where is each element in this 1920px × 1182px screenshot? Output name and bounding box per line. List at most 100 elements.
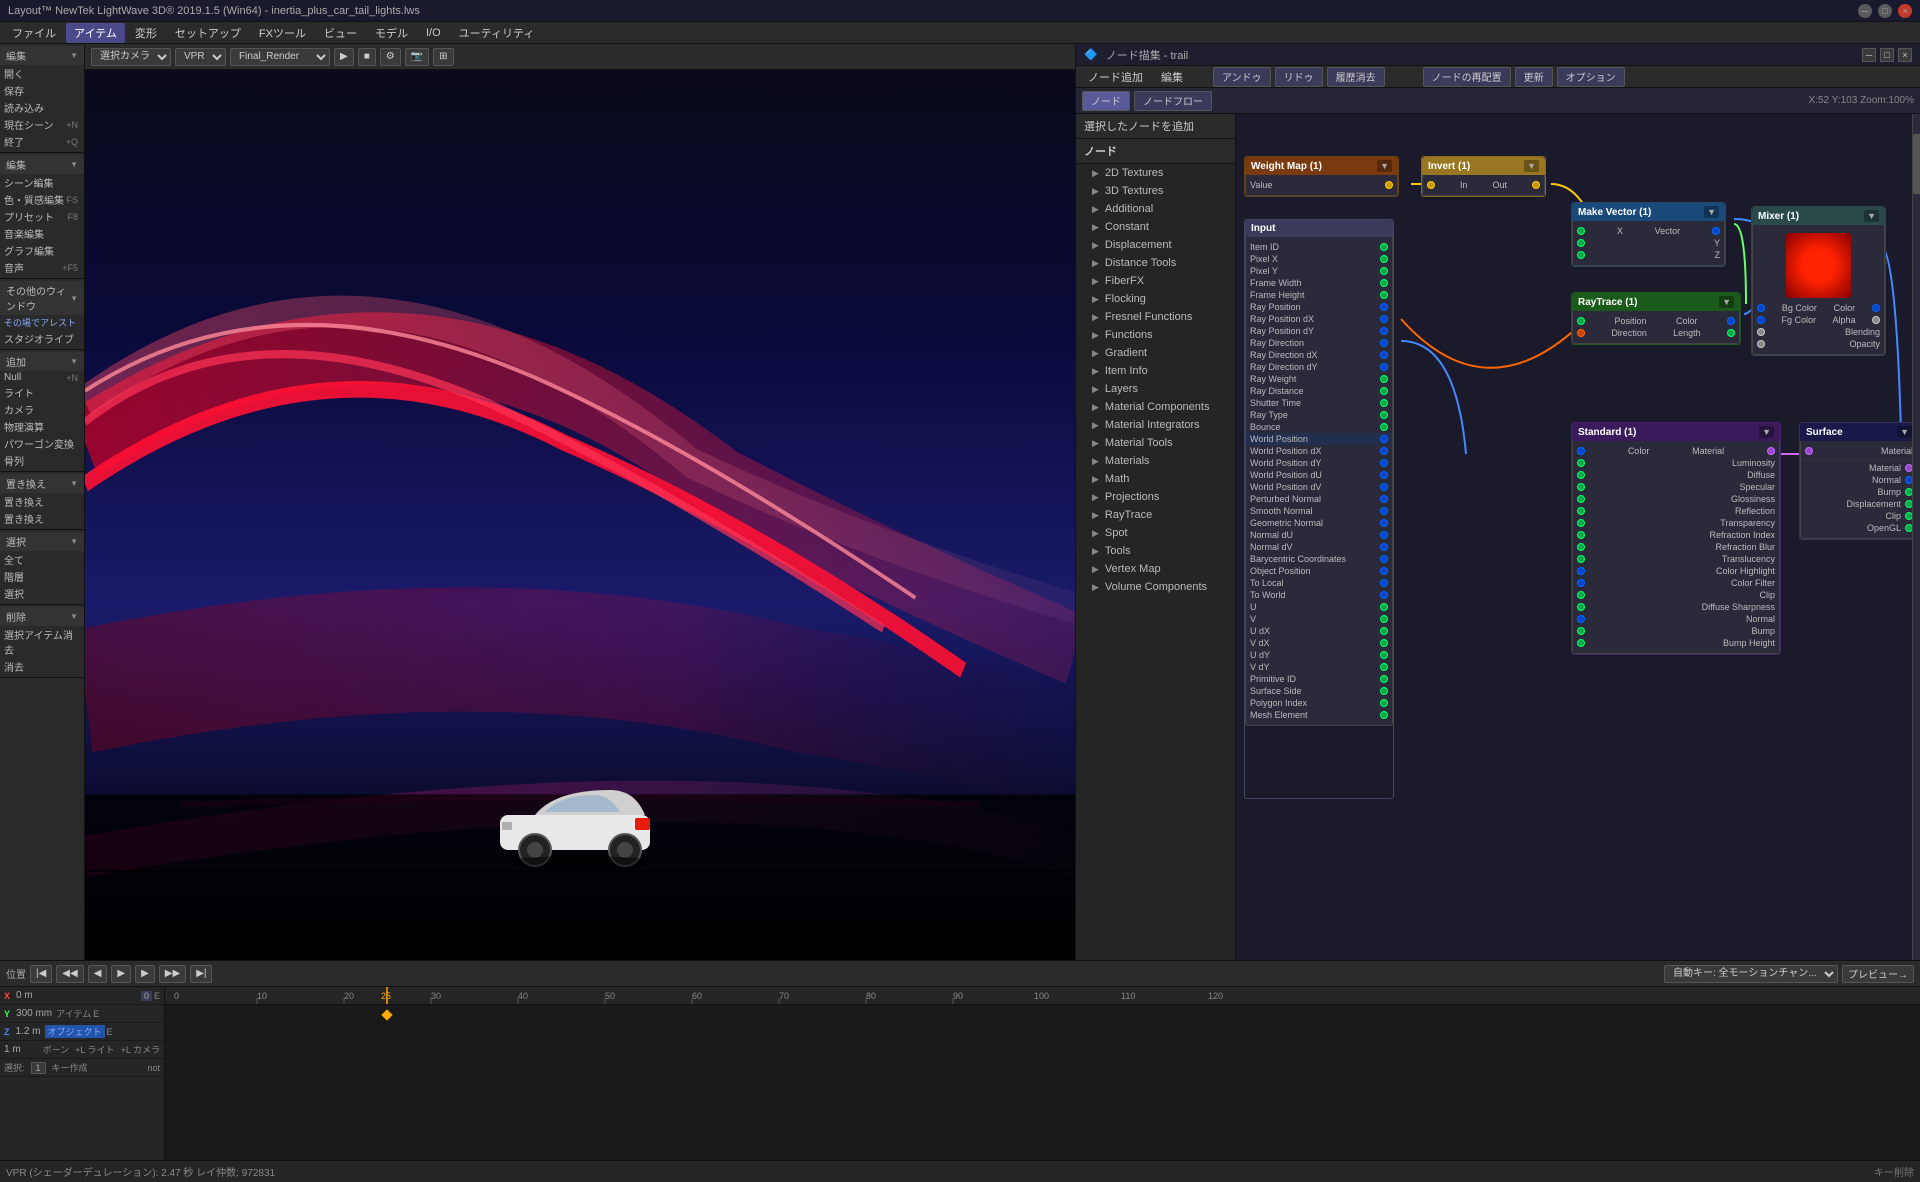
category-gradient[interactable]: ▶Gradient: [1076, 344, 1235, 362]
invert-dropdown[interactable]: ▼: [1524, 160, 1539, 172]
close-btn[interactable]: ×: [1898, 4, 1912, 18]
keyframe-marker[interactable]: [381, 1009, 392, 1020]
std-color-filter-port[interactable]: [1577, 579, 1585, 587]
menu-fx[interactable]: FXツール: [251, 23, 314, 43]
menu-item[interactable]: アイテム: [66, 23, 125, 43]
camera-select[interactable]: 選択カメラ: [91, 48, 171, 66]
btn-open[interactable]: 開く: [0, 65, 84, 82]
menu-view[interactable]: ビュー: [316, 23, 365, 43]
std-refraction-idx-port[interactable]: [1577, 531, 1585, 539]
add-header[interactable]: 追加 ▼: [0, 352, 84, 371]
tl-next-btn[interactable]: ▶▶: [159, 965, 186, 983]
btn-studio-live[interactable]: スタジオライブ: [0, 330, 84, 347]
std-color-in-port[interactable]: [1577, 447, 1585, 455]
port-world-pos[interactable]: [1380, 435, 1388, 443]
std-bump-height-port[interactable]: [1577, 639, 1585, 647]
btn-replace1[interactable]: 置き換え: [0, 493, 84, 510]
category-additional[interactable]: ▶Additional: [1076, 200, 1235, 218]
category-flocking[interactable]: ▶Flocking: [1076, 290, 1235, 308]
node-canvas-scrollbar[interactable]: [1912, 114, 1920, 960]
btn-add-light[interactable]: ライト: [0, 384, 84, 401]
port-polygon-index[interactable]: [1380, 699, 1388, 707]
btn-add-null[interactable]: Null+N: [0, 371, 84, 384]
port-surface-side[interactable]: [1380, 687, 1388, 695]
port-item-id[interactable]: [1380, 243, 1388, 251]
port-world-pos-dv[interactable]: [1380, 483, 1388, 491]
category-constant[interactable]: ▶Constant: [1076, 218, 1235, 236]
invert-node[interactable]: Invert (1) ▼ In Out: [1421, 156, 1546, 197]
rt-direction-port[interactable]: [1577, 329, 1585, 337]
invert-in-port[interactable]: [1427, 181, 1435, 189]
port-bary[interactable]: [1380, 555, 1388, 563]
mixer-color-out-port[interactable]: [1872, 304, 1880, 312]
category-distance-tools[interactable]: ▶Distance Tools: [1076, 254, 1235, 272]
category-materials[interactable]: ▶Materials: [1076, 452, 1235, 470]
category-volume-components[interactable]: ▶Volume Components: [1076, 578, 1235, 596]
port-ray-dist[interactable]: [1380, 387, 1388, 395]
node-btn-clear-history[interactable]: 履歴消去: [1327, 67, 1385, 87]
std-luminosity-port[interactable]: [1577, 459, 1585, 467]
btn-scene-edit[interactable]: シーン編集: [0, 174, 84, 191]
mv-y-port[interactable]: [1577, 239, 1585, 247]
std-diffuse-port[interactable]: [1577, 471, 1585, 479]
port-bounce[interactable]: [1380, 423, 1388, 431]
port-world-pos-dx[interactable]: [1380, 447, 1388, 455]
other-header[interactable]: その他のウィンドウ ▼: [0, 281, 84, 315]
vp-camera-btn[interactable]: 📷: [405, 48, 429, 66]
std-normal-port[interactable]: [1577, 615, 1585, 623]
mixer-dropdown[interactable]: ▼: [1864, 210, 1879, 222]
port-v-dy[interactable]: [1380, 663, 1388, 671]
menu-io[interactable]: I/O: [418, 25, 449, 41]
category-functions[interactable]: ▶Functions: [1076, 326, 1235, 344]
std-refraction-blur-port[interactable]: [1577, 543, 1585, 551]
node-btn-options[interactable]: オプション: [1557, 67, 1625, 87]
port-ray-pos-dx[interactable]: [1380, 315, 1388, 323]
node-btn-undo[interactable]: アンドゥ: [1213, 67, 1271, 87]
port-ray-pos-dy[interactable]: [1380, 327, 1388, 335]
std-reflection-port[interactable]: [1577, 507, 1585, 515]
minimize-btn[interactable]: ─: [1858, 4, 1872, 18]
port-to-local[interactable]: [1380, 579, 1388, 587]
btn-delete-selected[interactable]: 選択アイテム消去: [0, 626, 84, 658]
tl-play-btn[interactable]: ▶: [111, 965, 131, 983]
btn-select-hier[interactable]: 階層: [0, 568, 84, 585]
tl-end-btn[interactable]: ▶|: [190, 965, 212, 983]
scrollbar-thumb[interactable]: [1913, 134, 1920, 194]
btn-delete[interactable]: 消去: [0, 658, 84, 675]
port-perturbed-normal[interactable]: [1380, 495, 1388, 503]
mixer-alpha-out-port[interactable]: [1872, 316, 1880, 324]
tl-preview-btn[interactable]: プレビュー→: [1842, 965, 1914, 983]
maximize-btn[interactable]: □: [1878, 4, 1892, 18]
port-ray-dir-dy[interactable]: [1380, 363, 1388, 371]
port-world-pos-dy[interactable]: [1380, 459, 1388, 467]
weight-map-dropdown[interactable]: ▼: [1377, 160, 1392, 172]
port-pixel-y[interactable]: [1380, 267, 1388, 275]
menu-setup[interactable]: セットアップ: [167, 23, 249, 43]
tl-prev-frame-btn[interactable]: ◀: [88, 965, 108, 983]
edit-header[interactable]: 編集 ▼: [0, 155, 84, 174]
vp-stop-btn[interactable]: ■: [358, 48, 376, 66]
category-material-components[interactable]: ▶Material Components: [1076, 398, 1235, 416]
node-btn-redo[interactable]: リドゥ: [1275, 67, 1323, 87]
std-transparency-port[interactable]: [1577, 519, 1585, 527]
port-v-dx[interactable]: [1380, 639, 1388, 647]
port-ray-weight[interactable]: [1380, 375, 1388, 383]
category-3d-textures[interactable]: ▶3D Textures: [1076, 182, 1235, 200]
port-obj-pos[interactable]: [1380, 567, 1388, 575]
menu-model[interactable]: モデル: [367, 23, 416, 43]
btn-music-edit[interactable]: 音楽編集: [0, 225, 84, 242]
category-2d-textures[interactable]: ▶2D Textures: [1076, 164, 1235, 182]
btn-quit[interactable]: 終了+Q: [0, 133, 84, 150]
tl-next-frame-btn[interactable]: ▶: [135, 965, 155, 983]
port-normal-du[interactable]: [1380, 531, 1388, 539]
replace-header[interactable]: 置き換え ▼: [0, 474, 84, 493]
weight-map-node[interactable]: Weight Map (1) ▼ Value: [1244, 156, 1399, 197]
menu-utility[interactable]: ユーティリティ: [451, 23, 543, 43]
timeline-ruler[interactable]: 0 10 20 25 30 40 50 60 70 80 90 100 110 …: [165, 987, 1920, 1160]
port-world-pos-du[interactable]: [1380, 471, 1388, 479]
port-v[interactable]: [1380, 615, 1388, 623]
raytrace-node[interactable]: RayTrace (1) ▼ Position Color Direction: [1571, 292, 1741, 345]
category-spot[interactable]: ▶Spot: [1076, 524, 1235, 542]
category-material-tools[interactable]: ▶Material Tools: [1076, 434, 1235, 452]
vpr-select[interactable]: VPR: [175, 48, 226, 66]
